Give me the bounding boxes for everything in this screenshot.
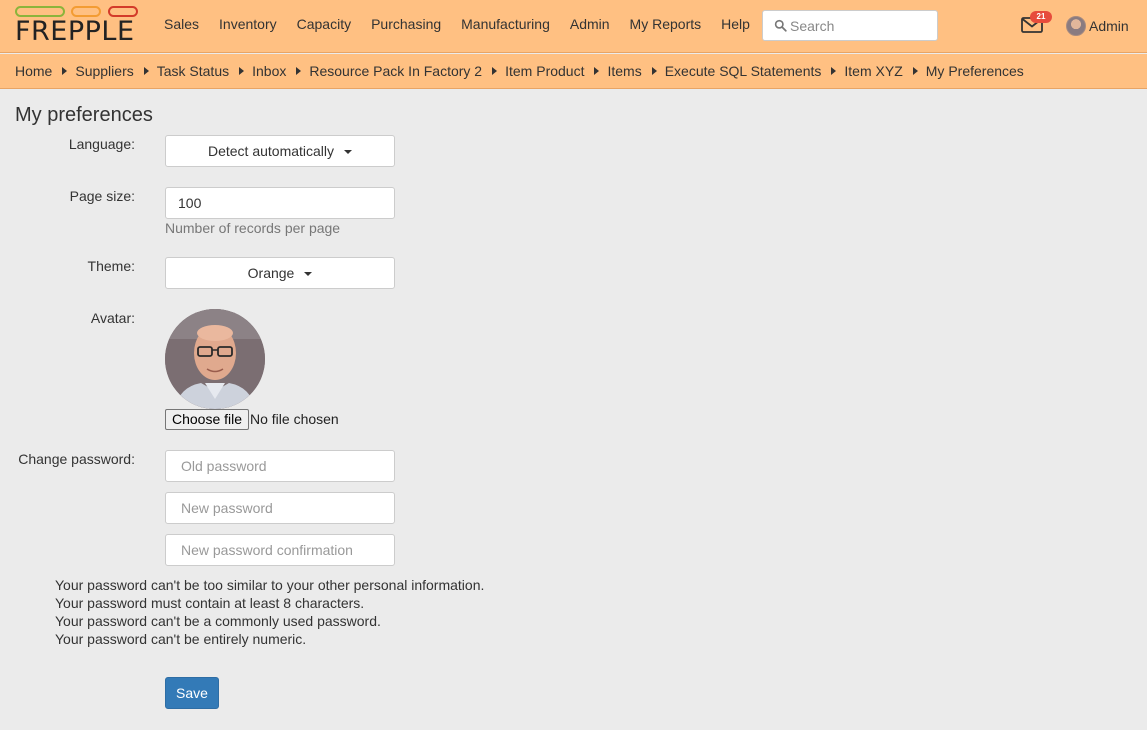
language-selected-value: Detect automatically — [207, 143, 335, 159]
breadcrumb-separator-icon — [912, 67, 918, 75]
breadcrumb-separator-icon — [831, 67, 837, 75]
breadcrumb-separator-icon — [651, 67, 657, 75]
avatar-label: Avatar: — [90, 310, 135, 326]
avatar-portrait — [165, 309, 265, 409]
change-password-label: Change password: — [18, 451, 135, 467]
top-navbar: FREPPLE Sales Inventory Capacity Purchas… — [0, 0, 1147, 53]
old-password-field[interactable] — [165, 450, 395, 482]
theme-label: Theme: — [87, 258, 135, 274]
breadcrumb-task-status[interactable]: Task Status — [157, 63, 229, 79]
theme-selected-value: Orange — [247, 265, 295, 281]
language-dropdown[interactable]: Detect automatically — [165, 135, 395, 167]
password-rules: Your password can't be too similar to yo… — [55, 576, 484, 648]
page-size-help: Number of records per page — [165, 220, 341, 236]
breadcrumb-execute-sql[interactable]: Execute SQL Statements — [665, 63, 822, 79]
password-rule: Your password must contain at least 8 ch… — [55, 595, 365, 611]
menu-my-reports[interactable]: My Reports — [620, 0, 712, 50]
breadcrumb-separator-icon — [239, 67, 245, 75]
page-size-label: Page size: — [69, 188, 135, 204]
language-label: Language: — [68, 136, 135, 152]
breadcrumb-current: My Preferences — [925, 63, 1024, 79]
menu-inventory[interactable]: Inventory — [209, 0, 287, 50]
logo-text: FREPPLE — [15, 16, 135, 47]
search-icon — [774, 19, 787, 32]
breadcrumb-separator-icon — [296, 67, 302, 75]
choose-file-button[interactable]: Choose file — [165, 409, 250, 430]
breadcrumb-separator-icon — [594, 67, 600, 75]
user-avatar-image — [165, 309, 265, 409]
breadcrumb-resource-pack[interactable]: Resource Pack In Factory 2 — [309, 63, 482, 79]
breadcrumb-item-product[interactable]: Item Product — [505, 63, 584, 79]
user-menu[interactable]: Admin — [1066, 15, 1129, 36]
main-menu: Sales Inventory Capacity Purchasing Manu… — [154, 0, 760, 50]
breadcrumb: Home Suppliers Task Status Inbox Resourc… — [0, 54, 1147, 89]
breadcrumb-item-xyz[interactable]: Item XYZ — [844, 63, 902, 79]
breadcrumb-inbox[interactable]: Inbox — [252, 63, 286, 79]
page-title: My preferences — [15, 104, 153, 126]
new-password-field[interactable] — [165, 492, 395, 524]
breadcrumb-separator-icon — [492, 67, 498, 75]
breadcrumb-items[interactable]: Items — [607, 63, 641, 79]
theme-dropdown[interactable]: Orange — [165, 257, 395, 289]
caret-down-icon — [304, 272, 313, 276]
caret-down-icon — [344, 150, 353, 154]
frepple-logo[interactable]: FREPPLE — [15, 5, 140, 47]
password-rule: Your password can't be a commonly used p… — [55, 613, 381, 629]
save-button[interactable]: Save — [165, 677, 219, 709]
menu-manufacturing[interactable]: Manufacturing — [451, 0, 560, 50]
password-rule: Your password can't be too similar to yo… — [55, 577, 485, 593]
user-avatar-icon — [1066, 15, 1086, 36]
breadcrumb-separator-icon — [143, 67, 149, 75]
inbox-count-badge: 21 — [1030, 11, 1052, 23]
breadcrumb-separator-icon — [62, 67, 68, 75]
menu-admin[interactable]: Admin — [560, 0, 620, 50]
user-name: Admin — [1089, 17, 1129, 34]
file-status: No file chosen — [250, 411, 339, 427]
password-rule: Your password can't be entirely numeric. — [55, 631, 307, 647]
menu-help[interactable]: Help — [711, 0, 760, 50]
menu-sales[interactable]: Sales — [154, 0, 209, 50]
confirm-password-field[interactable] — [165, 534, 395, 566]
page-size-input[interactable] — [165, 187, 395, 219]
menu-capacity[interactable]: Capacity — [287, 0, 361, 50]
menu-purchasing[interactable]: Purchasing — [361, 0, 451, 50]
breadcrumb-suppliers[interactable]: Suppliers — [75, 63, 133, 79]
search-input[interactable] — [787, 17, 937, 34]
search-box[interactable] — [762, 10, 938, 41]
breadcrumb-home[interactable]: Home — [15, 63, 52, 79]
